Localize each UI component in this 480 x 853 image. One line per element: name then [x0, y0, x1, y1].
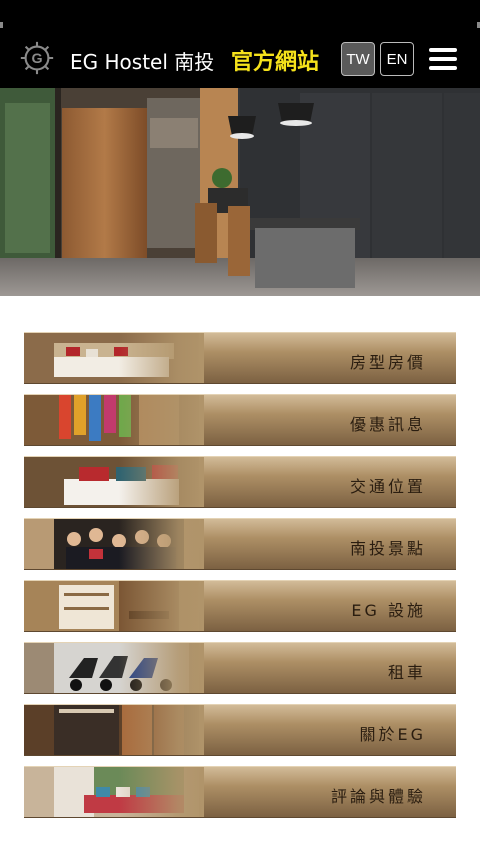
menu-item-promotions[interactable]: 優惠訊息	[24, 394, 456, 446]
menu-item-label: 南投景點	[349, 539, 426, 558]
lang-en-button[interactable]: EN	[380, 42, 414, 76]
menu-item-label: 交通位置	[349, 477, 426, 496]
menu-item-label: 評論與體驗	[330, 787, 426, 806]
menu-item-about[interactable]: 關於EG	[24, 704, 456, 756]
site-header: G EG Hostel 南投 官方網站 TW EN	[0, 30, 480, 88]
menu-item-label: EG 設施	[351, 601, 426, 620]
menu-item-location[interactable]: 交通位置	[24, 456, 456, 508]
lang-tw-button[interactable]: TW	[341, 42, 375, 76]
hero-image	[0, 88, 480, 296]
menu-item-label: 租車	[387, 663, 426, 682]
menu-item-reviews[interactable]: 評論與體驗	[24, 766, 456, 818]
official-site-title: 官方網站	[231, 50, 320, 75]
brand-name[interactable]: EG Hostel 南投	[70, 46, 214, 75]
hostel-lobby-photo	[0, 88, 480, 296]
status-bar	[0, 0, 480, 30]
menu-item-rooms[interactable]: 房型房價	[24, 332, 456, 384]
gear-g-logo-icon[interactable]: G	[18, 39, 56, 77]
menu-item-label: 優惠訊息	[349, 415, 426, 434]
menu-item-attractions[interactable]: 南投景點	[24, 518, 456, 570]
menu-item-label: 房型房價	[349, 353, 426, 372]
menu-item-label: 關於EG	[359, 725, 426, 744]
menu-item-scooter-rental[interactable]: 租車	[24, 642, 456, 694]
menu-item-facilities[interactable]: EG 設施	[24, 580, 456, 632]
hamburger-menu-icon[interactable]	[429, 48, 457, 70]
status-bar-corner-left	[0, 22, 3, 28]
svg-text:G: G	[31, 51, 42, 67]
main-menu: 房型房價 優惠訊息 交通位置 南投景點 EG 設施 租車 關於EG 評論與體驗	[24, 332, 456, 828]
